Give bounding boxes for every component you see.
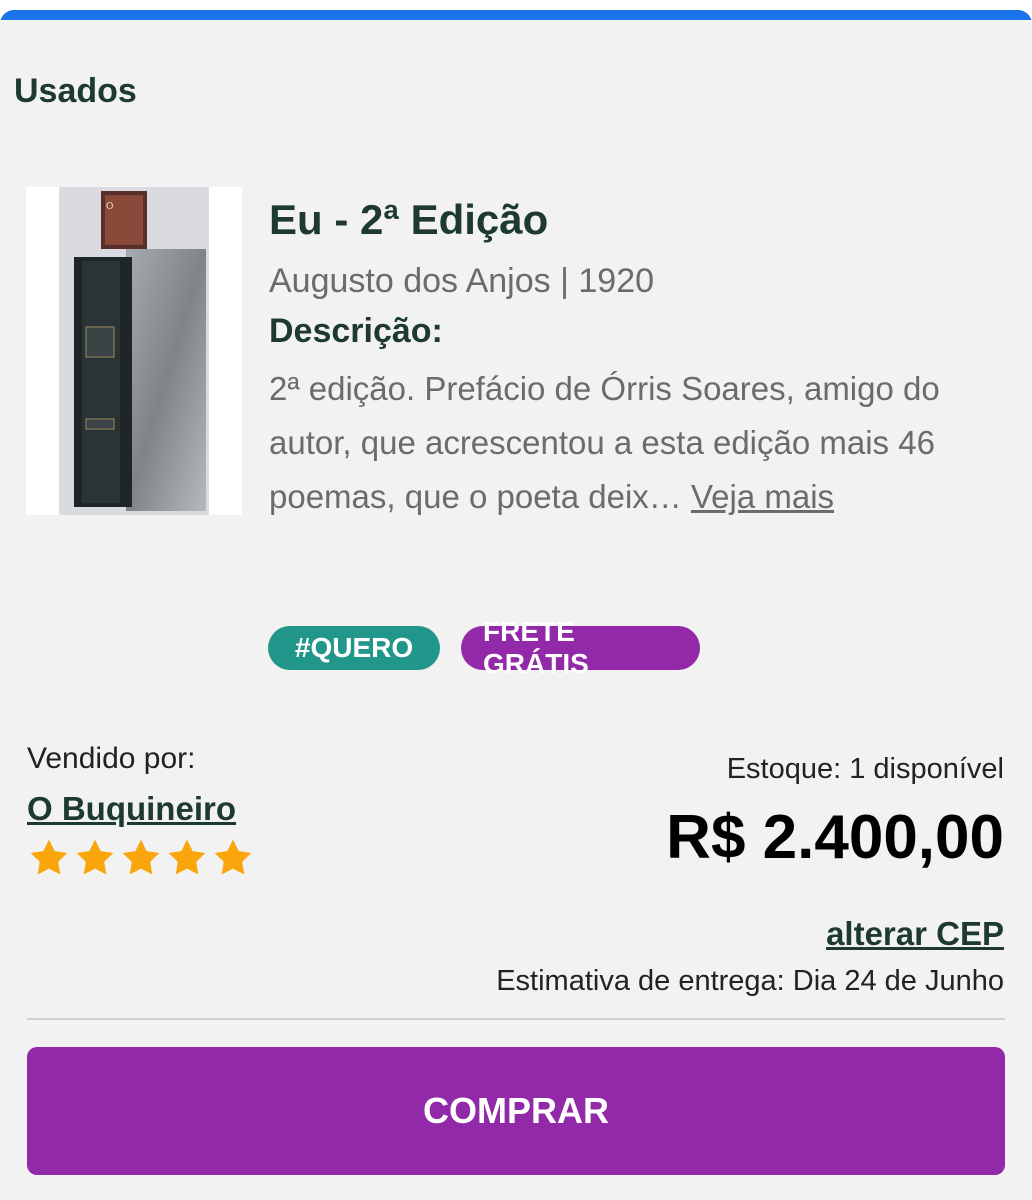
- divider: [27, 1018, 1005, 1020]
- tag-quero: #QUERO: [268, 626, 440, 670]
- buy-button[interactable]: COMPRAR: [27, 1047, 1005, 1175]
- description-body: 2ª edição. Prefácio de Órris Soares, ami…: [269, 370, 940, 515]
- description-text: 2ª edição. Prefácio de Órris Soares, ami…: [269, 362, 1004, 524]
- book-cover-image[interactable]: O: [26, 187, 242, 515]
- stock-label: Estoque: 1 disponível: [726, 753, 1004, 785]
- tag-free-shipping: FRETE GRÁTIS: [461, 616, 700, 679]
- star-icon: [76, 839, 114, 875]
- seller-name-link[interactable]: O Buquineiro: [27, 790, 236, 828]
- top-accent-bar: [0, 10, 1032, 20]
- star-icon: [168, 839, 206, 875]
- price: R$ 2.400,00: [666, 803, 1004, 872]
- sold-by-label: Vendido por:: [27, 742, 196, 775]
- delivery-estimate: Estimativa de entrega: Dia 24 de Junho: [496, 965, 1004, 997]
- seller-rating: [27, 836, 255, 882]
- see-more-link[interactable]: Veja mais: [691, 478, 834, 515]
- section-title: Usados: [14, 72, 137, 110]
- product-title: Eu - 2ª Edição: [269, 196, 549, 243]
- svg-text:O: O: [106, 202, 113, 212]
- star-icon: [30, 839, 68, 875]
- star-icon: [214, 839, 252, 875]
- star-icon: [122, 839, 160, 875]
- product-card: Usados O Eu - 2ª Edição Augusto dos Anjo…: [0, 10, 1032, 1200]
- author-year: Augusto dos Anjos | 1920: [269, 262, 655, 300]
- change-cep-link[interactable]: alterar CEP: [826, 915, 1004, 953]
- description-label: Descrição:: [269, 312, 443, 350]
